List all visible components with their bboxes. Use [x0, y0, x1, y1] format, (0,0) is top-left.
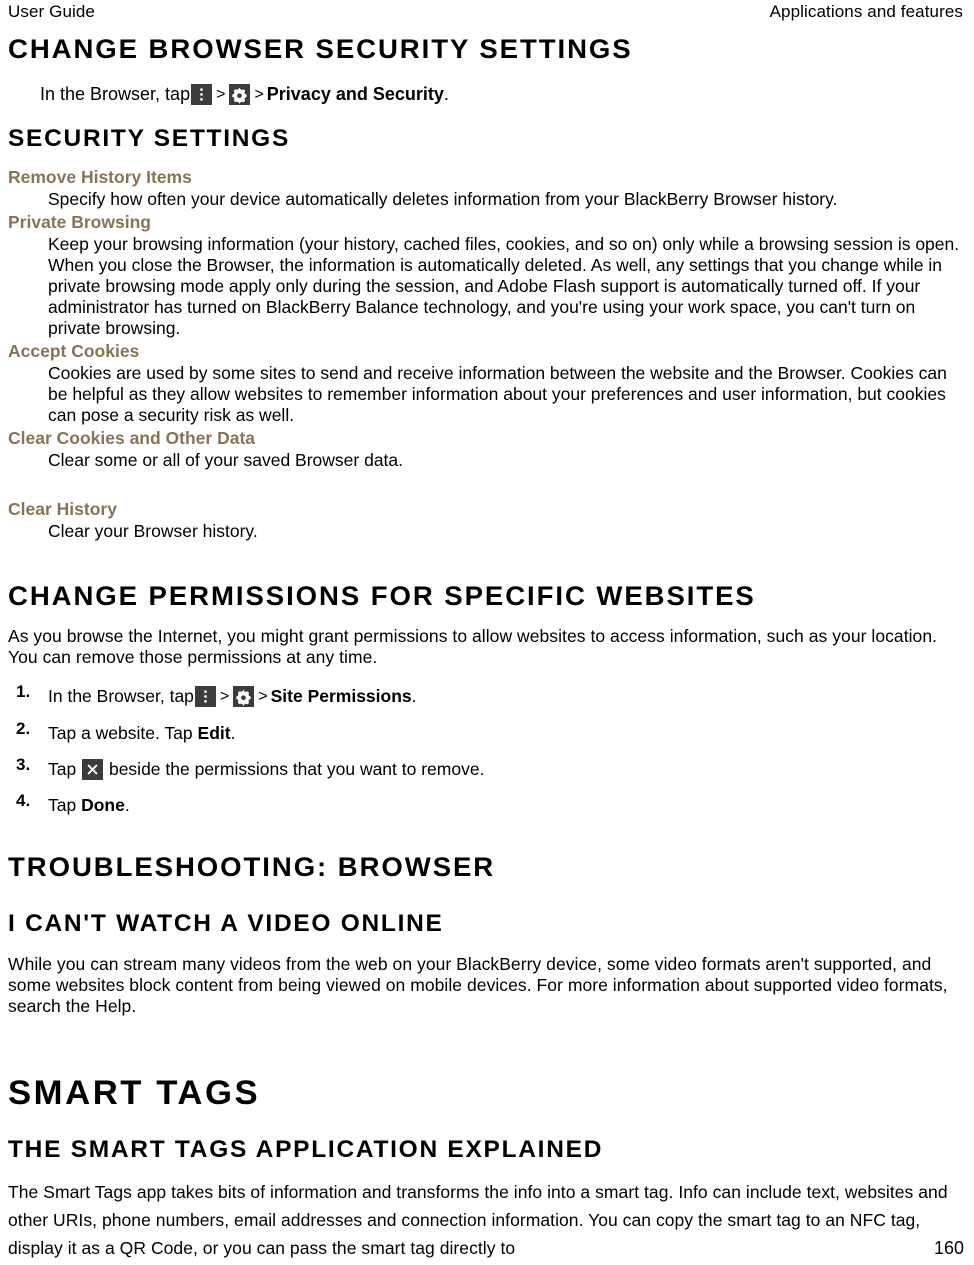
step-text-before: Tap a website. Tap	[48, 723, 193, 743]
heading-change-browser-security-settings: Change browser security settings	[8, 34, 633, 64]
definition-term: Clear History	[8, 499, 117, 519]
running-header-right: Applications and features	[769, 2, 963, 21]
heading-troubleshooting-browser: Troubleshooting: Browser	[8, 852, 496, 882]
step-text-before: Tap	[48, 759, 77, 779]
definition-description: Clear some or all of your saved Browser …	[48, 450, 404, 470]
heading-the-smart-tags-application-explained: The Smart Tags application explained	[8, 1136, 604, 1163]
list-item: 2. Tap a website. Tap Edit.	[8, 719, 964, 745]
separator-chevron-2: >	[254, 86, 264, 103]
separator-chevron-1: >	[219, 688, 230, 705]
overflow-menu-icon[interactable]	[194, 686, 216, 707]
step-content: Tap beside the permissions that you want…	[48, 759, 485, 780]
separator-chevron-2: >	[258, 688, 268, 705]
document-page: User Guide Applications and features Cha…	[0, 0, 974, 1265]
gear-icon[interactable]	[233, 686, 255, 707]
step-text-after: .	[124, 795, 130, 815]
step-text-after: beside the permissions that you want to …	[108, 759, 485, 779]
step-number: 4.	[16, 791, 31, 810]
smart-tags-paragraph: The Smart Tags app takes bits of informa…	[8, 1182, 948, 1258]
step-number: 3.	[16, 755, 31, 774]
definition-term: Remove History Items	[8, 167, 192, 187]
instruction-bold-target: Privacy and Security	[266, 84, 444, 104]
step-bold-target: Done	[81, 795, 125, 815]
step-text-after: .	[411, 686, 417, 706]
close-x-icon[interactable]	[82, 759, 104, 780]
running-header: User Guide Applications and features	[8, 0, 964, 22]
heading-i-cant-watch-a-video-online: I can't watch a video online	[8, 910, 444, 937]
separator-chevron-1: >	[216, 86, 226, 103]
running-header-left: User Guide	[8, 2, 95, 21]
change-permissions-intro-paragraph: As you browse the Internet, you might gr…	[8, 626, 938, 667]
definition-description: Cookies are used by some sites to send a…	[48, 363, 947, 425]
instruction-text-before: In the Browser, tap	[40, 84, 191, 104]
list-item: 4. Tap Done.	[8, 791, 964, 817]
change-browser-security-instruction: In the Browser, tap > > Privacy and Secur…	[40, 83, 964, 106]
definition-description: Specify how often your device automatica…	[48, 189, 838, 209]
step-number: 2.	[16, 719, 31, 738]
step-bold-target: Site Permissions	[270, 686, 412, 706]
step-bold-target: Edit	[197, 723, 231, 743]
heading-security-settings: Security settings	[8, 125, 291, 152]
definition-term: Clear Cookies and Other Data	[8, 428, 256, 448]
step-number: 1.	[16, 682, 31, 701]
definition-description: Clear your Browser history.	[48, 521, 258, 541]
change-permissions-step-list: 1. In the Browser, tap > > Site Permissio…	[8, 682, 964, 817]
definition-term: Accept Cookies	[8, 341, 140, 361]
list-item: 1. In the Browser, tap > > Site Permissio…	[8, 682, 964, 709]
step-text-before: In the Browser, tap	[48, 686, 194, 706]
step-content: Tap a website. Tap Edit.	[48, 723, 235, 743]
step-content: In the Browser, tap > > Site Permissions.	[48, 686, 417, 707]
definition-description: Keep your browsing information (your his…	[48, 234, 960, 338]
step-text-after: .	[230, 723, 236, 743]
step-content: Tap Done.	[48, 795, 130, 815]
heading-change-permissions-for-specific-websites: Change permissions for specific websites	[8, 581, 756, 611]
page-number: 160	[933, 1238, 964, 1258]
troubleshooting-paragraph: While you can stream many videos from th…	[8, 954, 948, 1016]
step-text-before: Tap	[48, 795, 77, 815]
gear-icon[interactable]	[229, 84, 251, 105]
list-item: 3. Tap beside the permissions that you w…	[8, 755, 964, 781]
security-settings-definition-list: Remove History Items Specify how often y…	[8, 165, 964, 542]
instruction-text-after: .	[443, 84, 449, 104]
heading-smart-tags: Smart Tags	[8, 1074, 261, 1112]
overflow-menu-icon[interactable]	[191, 84, 213, 105]
definition-term: Private Browsing	[8, 212, 151, 232]
